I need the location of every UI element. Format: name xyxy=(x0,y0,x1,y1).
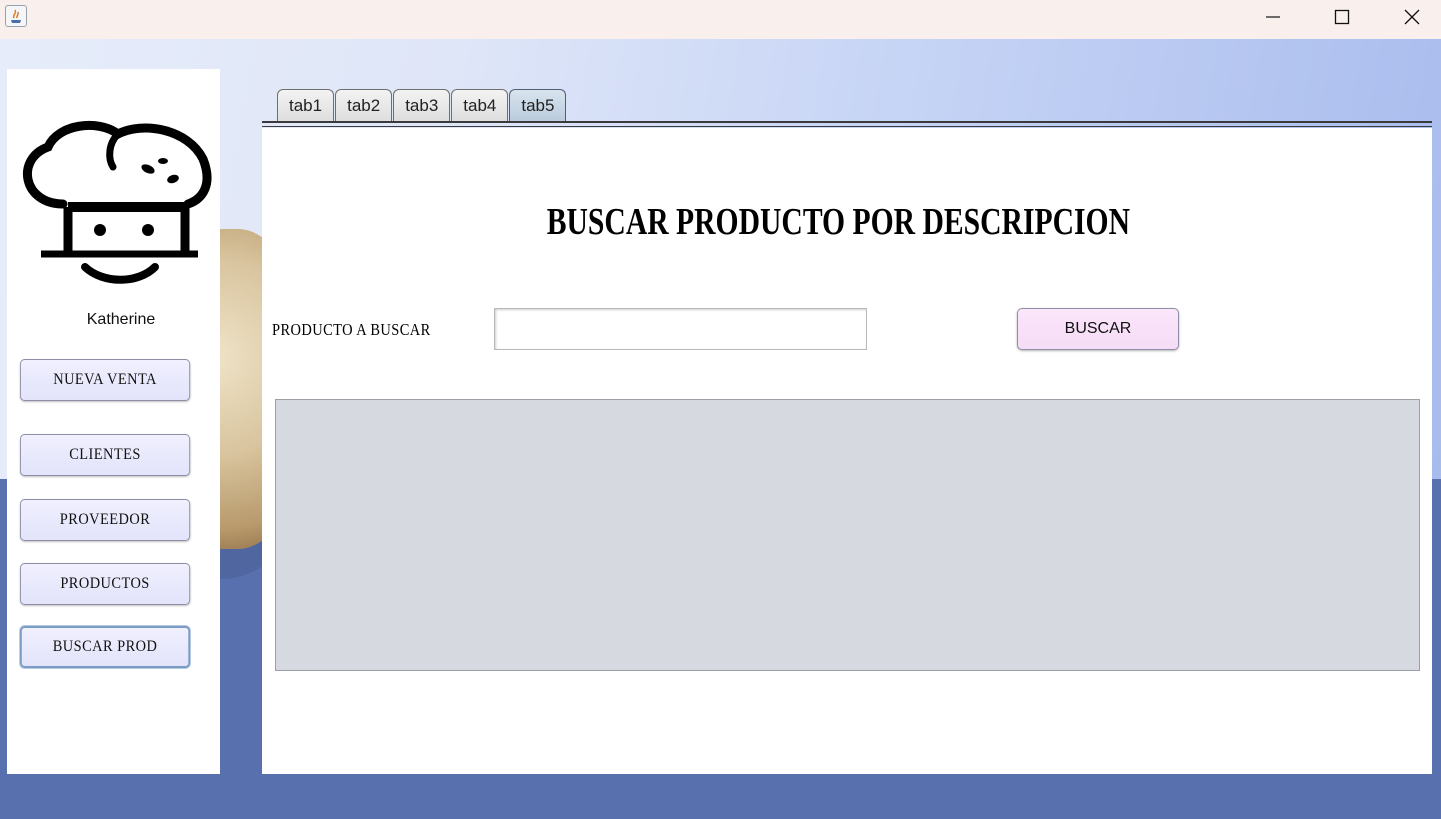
close-icon xyxy=(1404,9,1420,25)
page-title: BUSCAR PRODUCTO POR DESCRIPCION xyxy=(546,201,1131,243)
minimize-icon xyxy=(1266,16,1280,18)
tab-5[interactable]: tab5 xyxy=(509,89,567,122)
java-icon xyxy=(5,5,27,27)
maximize-icon xyxy=(1334,9,1350,25)
tab-2[interactable]: tab2 xyxy=(335,89,393,122)
tab-1[interactable]: tab1 xyxy=(277,89,335,122)
close-button[interactable] xyxy=(1377,0,1441,34)
chef-hat-icon xyxy=(13,119,213,289)
nueva-venta-button[interactable]: NUEVA VENTA xyxy=(20,359,191,401)
tab-strip: tab1 tab2 tab3 tab4 tab5 xyxy=(277,89,567,123)
clientes-button[interactable]: CLIENTES xyxy=(20,434,191,476)
minimize-button[interactable] xyxy=(1238,0,1308,34)
search-label: PRODUCTO A BUSCAR xyxy=(272,320,431,339)
tab-divider-secondary xyxy=(262,126,1432,127)
search-button[interactable]: BUSCAR xyxy=(1017,308,1179,350)
search-product-panel: BUSCAR PRODUCTO POR DESCRIPCION PRODUCTO… xyxy=(262,128,1432,774)
tab-4[interactable]: tab4 xyxy=(451,89,509,122)
productos-button[interactable]: PRODUCTOS xyxy=(20,563,191,605)
maximize-button[interactable] xyxy=(1307,0,1377,34)
tab-3[interactable]: tab3 xyxy=(393,89,451,122)
window-title-bar xyxy=(0,0,1441,39)
sidebar: Katherine NUEVA VENTA CLIENTES PROVEEDOR… xyxy=(7,69,220,774)
user-name: Katherine xyxy=(86,311,156,328)
results-area[interactable] xyxy=(275,399,1420,671)
buscar-prod-button[interactable]: BUSCAR PROD xyxy=(20,626,191,668)
search-input[interactable] xyxy=(494,308,867,350)
tab-divider xyxy=(262,121,1432,123)
proveedor-button[interactable]: PROVEEDOR xyxy=(20,499,191,541)
